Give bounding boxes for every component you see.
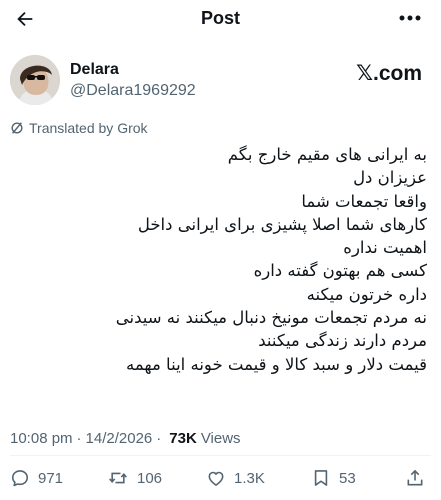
post-line: اهمیت نداره (343, 238, 427, 258)
bookmark-icon (314, 470, 328, 486)
top-bar: Post (0, 0, 441, 36)
share-button[interactable] (405, 463, 425, 493)
author-handle[interactable]: @Delara1969292 (70, 82, 196, 100)
views-label: Views (200, 430, 241, 447)
post-meta: 10:08 pm · 14/2/2026 · 73K Views (10, 430, 241, 447)
post-line: قیمت دلار و سبد کالا و قیمت خونه اینا مه… (125, 354, 427, 374)
like-count: 1.3K (234, 469, 265, 487)
comment-icon (11, 470, 29, 487)
reply-button[interactable]: 971 (10, 463, 63, 493)
meta-separator: · (76, 430, 82, 447)
heart-icon (208, 471, 224, 486)
post-line: کارهای شما اصلا پشیزی برای ایرانی داخل (137, 214, 427, 234)
translation-label: Translated by Grok (29, 120, 148, 136)
divider (10, 455, 431, 456)
post-date[interactable]: 14/2/2026 (86, 430, 153, 447)
post-line: داره خرتون میکنه (306, 284, 427, 304)
bookmark-count: 53 (339, 469, 356, 487)
post-line: کسی هم بهتون گفته داره (253, 261, 427, 281)
post-line: به ایرانی های مقیم خارج بگم (227, 145, 427, 164)
page-title: Post (200, 8, 240, 28)
post-line: عزیزان دل (353, 168, 427, 188)
post-line: نه مردم تجمعات مونیخ دنبال میکنند نه سید… (115, 308, 427, 328)
reply-count: 971 (38, 469, 64, 487)
avatar-image (10, 55, 60, 105)
action-bar: 971 106 1.3K 53 (0, 463, 441, 493)
meta-separator: · (156, 430, 162, 447)
more-button[interactable] (397, 8, 423, 28)
share-icon (407, 469, 423, 486)
bookmark-button[interactable]: 53 (311, 463, 356, 493)
grok-icon (11, 122, 23, 134)
post-time[interactable]: 10:08 pm (10, 430, 73, 447)
translation-note[interactable]: Translated by Grok (10, 120, 148, 136)
more-horizontal-icon (399, 15, 421, 21)
post-line: مردم دارند زندگی میکنند (258, 331, 427, 351)
repost-count: 106 (137, 469, 163, 487)
views-count: 73K (169, 430, 197, 447)
source-label: 𝕏.com (356, 62, 422, 85)
author-row: Delara @Delara1969292 𝕏.com (10, 52, 430, 108)
post-text: به ایرانی های مقیم خارج بگم عزیزان دل وا… (12, 143, 427, 376)
repost-icon (109, 472, 127, 484)
avatar[interactable] (10, 55, 60, 105)
repost-button[interactable]: 106 (107, 463, 162, 493)
post-line: واقعا تجمعات شما (301, 191, 427, 211)
author-name[interactable]: Delara (70, 61, 119, 79)
like-button[interactable]: 1.3K (206, 463, 265, 493)
